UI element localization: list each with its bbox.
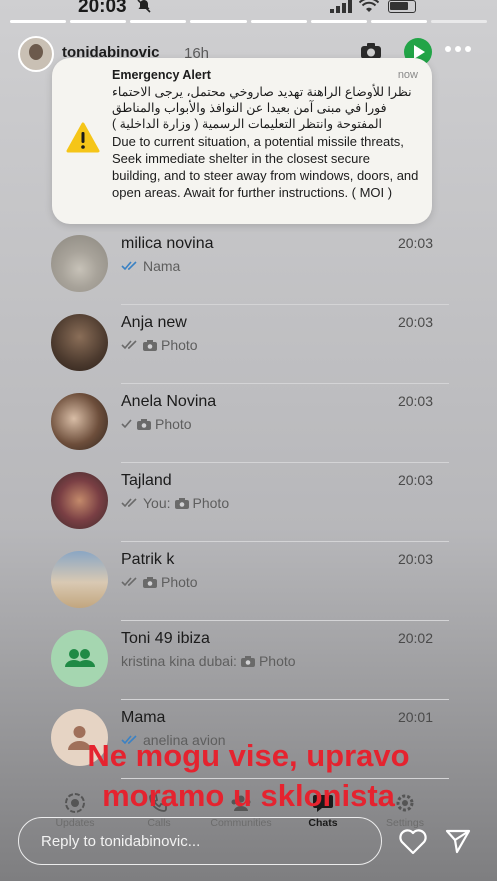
send-icon[interactable] xyxy=(444,827,472,855)
camera-icon xyxy=(143,576,157,588)
emergency-alert-notification[interactable]: Emergency Alert now نظرا للأوضاع الراهنة… xyxy=(52,58,432,224)
avatar xyxy=(51,472,108,529)
preview-text: Photo xyxy=(192,495,230,511)
alert-english-text: Due to current situation, a potential mi… xyxy=(112,134,419,200)
preview-text: Photo xyxy=(161,574,198,590)
chat-name: Mama xyxy=(121,709,166,726)
chat-name: Anela Novina xyxy=(121,393,217,410)
avatar xyxy=(51,393,108,450)
more-options-icon[interactable] xyxy=(445,46,471,52)
battery-icon xyxy=(388,0,416,13)
chat-name: Tajland xyxy=(121,472,172,489)
group-icon xyxy=(65,649,95,667)
avatar xyxy=(51,551,108,608)
avatar xyxy=(51,235,108,292)
heart-icon[interactable] xyxy=(398,828,428,855)
camera-icon xyxy=(143,339,157,351)
bell-mute-icon xyxy=(137,0,151,13)
preview-prefix: You: xyxy=(143,495,171,511)
status-time: 20:03 xyxy=(78,0,127,17)
alert-time: now xyxy=(397,69,418,81)
story-caption: Ne mogu vise, upravo moramo u sklonista xyxy=(0,736,497,816)
chat-row[interactable]: Toni 49 ibiza 20:02 kristina kina dubai:… xyxy=(35,621,449,700)
preview-text: Photo xyxy=(155,416,192,432)
reply-input[interactable]: Reply to tonidabinovic... xyxy=(18,817,382,865)
double-check-blue-icon xyxy=(121,261,137,271)
story-avatar[interactable] xyxy=(18,36,54,72)
camera-icon xyxy=(174,497,189,509)
chat-preview: Photo xyxy=(121,416,192,432)
alert-arabic-text: نظرا للأوضاع الراهنة تهديد صاروخي محتمل،… xyxy=(112,85,412,131)
chat-row[interactable]: milica novina 20:03 Nama xyxy=(35,226,449,305)
chat-preview: You: Photo xyxy=(121,495,229,511)
chat-preview: Photo xyxy=(121,337,198,353)
chat-time: 20:03 xyxy=(397,314,433,330)
preview-text: Nama xyxy=(143,258,181,274)
double-check-icon xyxy=(121,577,137,587)
chat-preview: Nama xyxy=(121,258,180,274)
camera-icon xyxy=(137,418,151,430)
chat-preview: Photo xyxy=(121,574,198,590)
warning-icon xyxy=(66,122,100,153)
chat-name: Anja new xyxy=(121,314,187,331)
chat-row[interactable]: Anela Novina 20:03 Photo xyxy=(35,384,449,463)
caption-line-2: moramo u sklonista xyxy=(102,778,395,813)
double-check-icon xyxy=(121,340,137,350)
preview-text: Photo xyxy=(258,653,296,669)
chat-time: 20:03 xyxy=(397,472,433,488)
alert-title: Emergency Alert xyxy=(112,68,211,82)
avatar xyxy=(51,630,108,687)
chat-time: 20:02 xyxy=(397,630,433,646)
chat-time: 20:03 xyxy=(397,551,433,567)
chat-time: 20:01 xyxy=(397,709,433,725)
chat-list: milica novina 20:03 Nama Anja new 20:03 … xyxy=(35,226,449,779)
chat-preview: kristina kina dubai: Photo xyxy=(121,653,296,669)
double-check-icon xyxy=(121,498,137,508)
chat-time: 20:03 xyxy=(397,393,433,409)
chat-name: Patrik k xyxy=(121,551,175,568)
preview-prefix: kristina kina dubai: xyxy=(121,653,237,669)
chat-name: Toni 49 ibiza xyxy=(121,630,210,647)
preview-text: Photo xyxy=(161,337,198,353)
wifi-icon xyxy=(359,0,379,12)
caption-line-1: Ne mogu vise, upravo xyxy=(87,738,410,773)
status-bar: 20:03 xyxy=(0,0,497,18)
avatar xyxy=(51,314,108,371)
chat-row[interactable]: Tajland 20:03 You: Photo xyxy=(35,463,449,542)
signal-icon xyxy=(330,0,352,13)
reply-placeholder: Reply to tonidabinovic... xyxy=(41,833,201,850)
chat-row[interactable]: Patrik k 20:03 Photo xyxy=(35,542,449,621)
single-check-icon xyxy=(121,419,132,429)
chat-row[interactable]: Anja new 20:03 Photo xyxy=(35,305,449,384)
story-progress xyxy=(10,20,487,23)
chat-time: 20:03 xyxy=(397,235,433,251)
chat-name: milica novina xyxy=(121,235,214,252)
camera-icon xyxy=(240,655,255,667)
